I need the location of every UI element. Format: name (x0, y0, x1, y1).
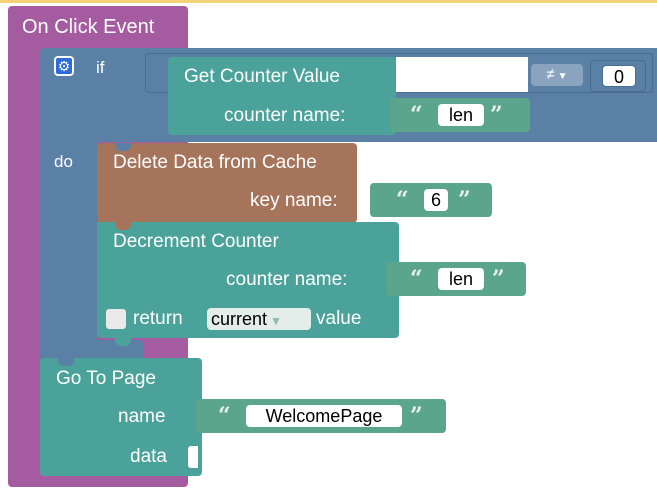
block-notch (115, 338, 131, 346)
go-to-page-name-label: name (118, 406, 166, 427)
gear-icon[interactable]: ⚙ (54, 56, 74, 76)
if-block-body (40, 48, 98, 364)
close-quote: ” (458, 187, 471, 213)
open-quote: “ (218, 403, 231, 429)
close-quote: ” (492, 266, 505, 292)
close-quote: ” (410, 403, 423, 429)
data-input-socket[interactable] (188, 446, 198, 468)
page-name-field[interactable]: WelcomePage (246, 405, 402, 427)
return-label: return (133, 308, 183, 329)
workspace-top-border (0, 0, 657, 3)
chevron-down-icon: ▼ (270, 314, 282, 328)
if-label: if (96, 58, 105, 77)
block-notch (115, 222, 131, 230)
go-to-page-title: Go To Page (56, 368, 157, 389)
delete-cache-key-field[interactable]: 6 (424, 189, 448, 211)
get-counter-param-label: counter name: (224, 105, 346, 126)
open-quote: “ (410, 102, 423, 128)
operator-symbol: ≠ (546, 66, 555, 83)
get-counter-value-tail (396, 57, 528, 92)
return-option-dropdown[interactable]: current ▼ (207, 308, 311, 330)
value-label: value (316, 308, 362, 329)
get-counter-title: Get Counter Value (184, 66, 340, 87)
compare-operator-dropdown[interactable]: ≠ ▼ (531, 64, 583, 86)
do-label: do (54, 152, 73, 171)
chevron-down-icon: ▼ (557, 71, 568, 82)
block-notch (115, 143, 131, 151)
delete-cache-param-label: key name: (250, 190, 338, 211)
open-quote: “ (410, 266, 423, 292)
event-title: On Click Event (22, 16, 155, 38)
decrement-title: Decrement Counter (113, 231, 279, 252)
return-checkbox[interactable] (106, 309, 126, 329)
delete-cache-title: Delete Data from Cache (113, 152, 317, 173)
number-value-field[interactable]: 0 (602, 65, 636, 87)
get-counter-value-field[interactable]: len (438, 104, 484, 126)
close-quote: ” (490, 102, 503, 128)
go-to-page-data-label: data (130, 446, 167, 467)
return-option-value: current (211, 309, 268, 329)
open-quote: “ (396, 187, 409, 213)
decrement-param-label: counter name: (226, 269, 348, 290)
decrement-counter-field[interactable]: len (438, 268, 484, 290)
block-notch (58, 358, 74, 366)
